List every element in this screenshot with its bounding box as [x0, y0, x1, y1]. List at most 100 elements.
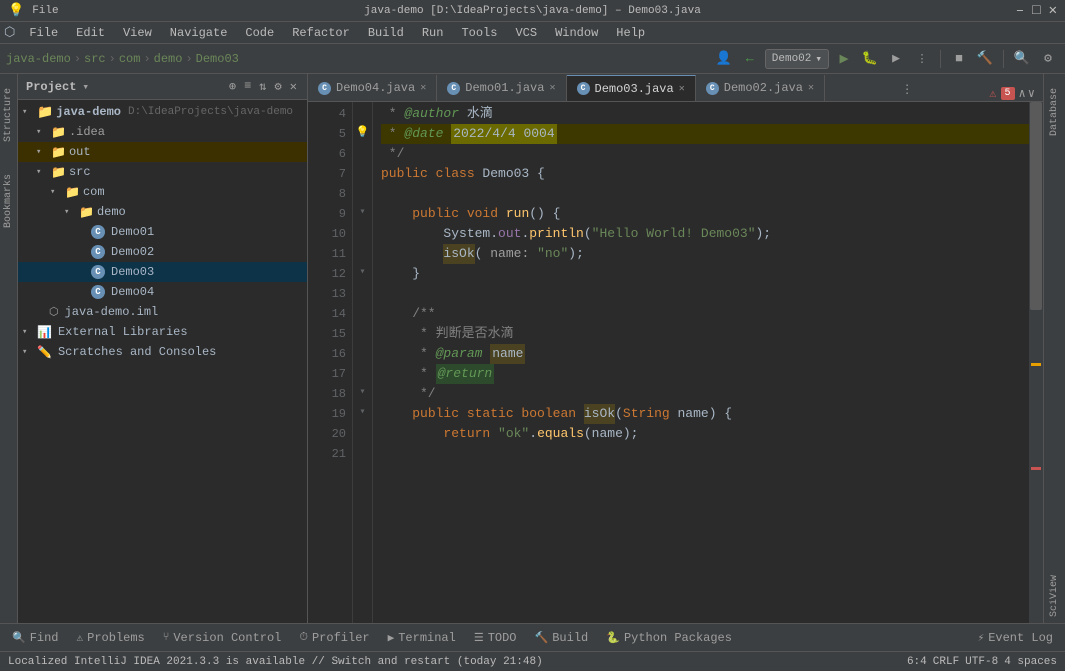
close-button[interactable]: ✕ [1049, 2, 1057, 19]
line-ending[interactable]: CRLF [933, 656, 959, 668]
search-everywhere-icon[interactable]: 🔍 [1011, 48, 1033, 70]
fold-marker-12[interactable]: ▾ [353, 262, 372, 282]
breadcrumb-src[interactable]: src [84, 52, 106, 66]
tab-demo03[interactable]: C Demo03.java ✕ [567, 75, 696, 101]
python-packages-tab[interactable]: 🐍 Python Packages [598, 626, 740, 650]
menu-item-help[interactable]: Help [608, 24, 653, 42]
status-bar: Localized IntelliJ IDEA 2021.3.3 is avai… [0, 651, 1065, 671]
menu-item-file[interactable]: File [21, 24, 66, 42]
menu-item-window[interactable]: Window [547, 24, 606, 42]
project-locate-icon[interactable]: ⊕ [227, 78, 238, 95]
run-with-coverage-icon[interactable]: ▶ [885, 48, 907, 70]
tree-item-iml[interactable]: ⬡ java-demo.iml [18, 302, 307, 322]
breadcrumb-demo03[interactable]: Demo03 [196, 52, 239, 66]
git-update-icon[interactable]: 👤 [713, 48, 735, 70]
menu-item-refactor[interactable]: Refactor [284, 24, 358, 42]
tab-demo02[interactable]: C Demo02.java ✕ [696, 75, 825, 101]
tree-item-scratches[interactable]: ▾ ✏️ Scratches and Consoles [18, 342, 307, 362]
fold-marker-18[interactable]: ▾ [353, 382, 372, 402]
tab-demo01[interactable]: C Demo01.java ✕ [437, 75, 566, 101]
tree-item-idea[interactable]: ▾ 📁 .idea [18, 122, 307, 142]
fold-icon-12: ▾ [359, 266, 365, 278]
tree-item-demo03[interactable]: C Demo03 [18, 262, 307, 282]
tree-label-demo02: Demo02 [111, 245, 154, 259]
code-content[interactable]: * @author 水滴 * @date 2022/4/4 0004 */ pu… [373, 102, 1029, 623]
todo-tab[interactable]: ☰ TODO [466, 626, 525, 650]
cursor-position[interactable]: 6:4 [907, 656, 927, 668]
tree-item-javademo[interactable]: ▾ 📁 java-demo D:\IdeaProjects\java-demo [18, 102, 307, 122]
fold-marker-19[interactable]: ▾ [353, 402, 372, 422]
code-editor[interactable]: 4 5 6 7 8 9 10 11 12 13 14 15 16 17 18 1… [308, 102, 1043, 623]
menu-item-navigate[interactable]: Navigate [162, 24, 236, 42]
structure-panel-label[interactable]: Structure [1, 82, 16, 148]
tree-item-src[interactable]: ▾ 📁 src [18, 162, 307, 182]
demo02-tab-close[interactable]: ✕ [808, 82, 814, 94]
error-indicator-area: ⚠ 5 ∧ ∨ [989, 86, 1043, 101]
sciview-panel-label[interactable]: SciView [1047, 569, 1062, 623]
demo01-tab-close[interactable]: ✕ [549, 82, 555, 94]
menu-item-vcs[interactable]: VCS [507, 24, 545, 42]
indent-settings[interactable]: 4 spaces [1004, 656, 1057, 668]
right-sidebar: Database SciView [1043, 74, 1065, 623]
scroll-thumb[interactable] [1030, 102, 1042, 310]
breadcrumb-com[interactable]: com [119, 52, 141, 66]
tree-item-demo01[interactable]: C Demo01 [18, 222, 307, 242]
minimize-button[interactable]: – [1016, 3, 1024, 19]
maximize-button[interactable]: □ [1032, 3, 1040, 19]
stop-button[interactable]: ■ [948, 48, 970, 70]
run-button[interactable]: ▶ [833, 48, 855, 70]
demo03-tab-close[interactable]: ✕ [679, 83, 685, 95]
tree-item-out[interactable]: ▾ 📁 out [18, 142, 307, 162]
navigate-back-icon[interactable]: ← [739, 48, 761, 70]
tree-item-external-libs[interactable]: ▾ 📊 External Libraries [18, 322, 307, 342]
tree-item-demo02[interactable]: C Demo02 [18, 242, 307, 262]
menu-item-code[interactable]: Code [237, 24, 282, 42]
more-run-options-icon[interactable]: ⋮ [911, 48, 933, 70]
problems-icon: ⚠ [77, 631, 84, 645]
lightbulb-5[interactable]: 💡 [353, 122, 372, 142]
find-tab[interactable]: 🔍 Find [4, 626, 67, 650]
project-close-icon[interactable]: ✕ [288, 78, 299, 95]
build-tab[interactable]: 🔨 Build [527, 626, 597, 650]
menu-item-view[interactable]: View [115, 24, 160, 42]
code-line-6: */ [381, 144, 1029, 164]
tree-item-com[interactable]: ▾ 📁 com [18, 182, 307, 202]
project-dropdown-icon[interactable]: ▾ [82, 80, 89, 94]
demo04-tab-close[interactable]: ✕ [420, 82, 426, 94]
encoding[interactable]: UTF-8 [965, 656, 998, 668]
scrollbar-track[interactable] [1029, 102, 1043, 623]
code-line-13 [381, 284, 1029, 304]
event-log-tab[interactable]: ⚡ Event Log [970, 626, 1061, 650]
tab-demo04[interactable]: C Demo04.java ✕ [308, 75, 437, 101]
tree-path-javademo: D:\IdeaProjects\java-demo [128, 106, 293, 118]
build-button[interactable]: 🔨 [974, 48, 996, 70]
bookmarks-panel-label[interactable]: Bookmarks [1, 168, 16, 234]
fold-marker-9[interactable]: ▾ [353, 202, 372, 222]
breadcrumb-project[interactable]: java-demo [6, 52, 71, 66]
project-settings-icon[interactable]: ⚙ [273, 78, 284, 95]
breadcrumb-demo[interactable]: demo [154, 52, 183, 66]
menu-item-tools[interactable]: Tools [453, 24, 505, 42]
database-panel-label[interactable]: Database [1047, 82, 1062, 142]
collapse-errors-icon[interactable]: ∨ [1028, 86, 1035, 101]
terminal-tab[interactable]: ▶ Terminal [380, 626, 464, 650]
profiler-tab[interactable]: ⏱ Profiler [291, 626, 377, 650]
tree-item-demo04[interactable]: C Demo04 [18, 282, 307, 302]
menu-item-run[interactable]: Run [414, 24, 452, 42]
problems-tab[interactable]: ⚠ Problems [69, 626, 153, 650]
debug-button[interactable]: 🐛 [859, 48, 881, 70]
project-collapse-icon[interactable]: ≡ [242, 78, 253, 95]
find-icon: 🔍 [12, 631, 26, 645]
menu-item-build[interactable]: Build [360, 24, 412, 42]
menu-item-edit[interactable]: Edit [68, 24, 113, 42]
demo01-tab-label: Demo01.java [465, 81, 544, 95]
project-sort-icon[interactable]: ⇅ [257, 78, 268, 95]
version-control-tab[interactable]: ⑂ Version Control [155, 626, 290, 650]
title-bar-title: java-demo [D:\IdeaProjects\java-demo] – … [364, 5, 701, 17]
settings-icon[interactable]: ⚙ [1037, 48, 1059, 70]
tabs-more-button[interactable]: ⋮ [893, 78, 921, 101]
tree-item-demo[interactable]: ▾ 📁 demo [18, 202, 307, 222]
expand-errors-icon[interactable]: ∧ [1019, 86, 1026, 101]
run-config-dropdown[interactable]: Demo02 ▾ [765, 49, 829, 69]
title-bar-menu-file[interactable]: File [32, 5, 58, 17]
